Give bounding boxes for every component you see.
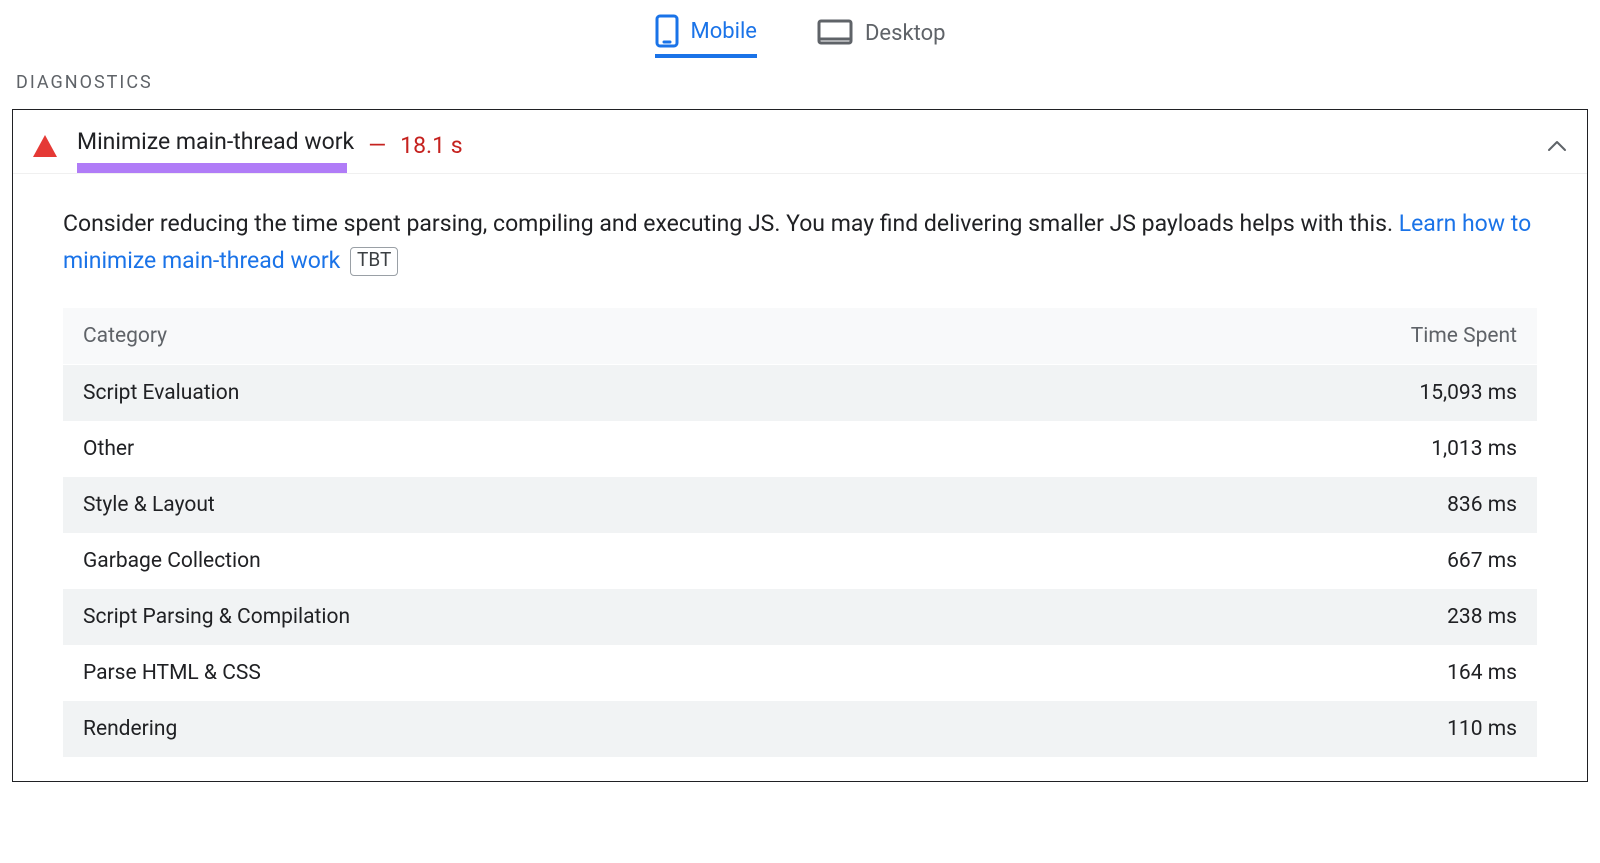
audit-dash: — — [368, 132, 386, 159]
audit-body: Consider reducing the time spent parsing… — [13, 174, 1587, 781]
audit-description: Consider reducing the time spent parsing… — [63, 206, 1537, 280]
table-row: Parse HTML & CSS 164 ms — [63, 645, 1537, 701]
cell-category: Parse HTML & CSS — [63, 645, 1061, 701]
table-row: Style & Layout 836 ms — [63, 477, 1537, 533]
diagnostics-heading: DIAGNOSTICS — [16, 72, 1588, 93]
cell-time: 238 ms — [1061, 589, 1537, 645]
fail-triangle-icon — [33, 135, 57, 157]
tab-mobile-label: Mobile — [691, 19, 757, 44]
desktop-icon — [817, 19, 853, 47]
device-tabs: Mobile Desktop — [12, 0, 1588, 72]
chevron-up-icon — [1547, 140, 1567, 152]
table-header-row: Category Time Spent — [63, 308, 1537, 365]
cell-time: 15,093 ms — [1061, 364, 1537, 421]
cell-category: Rendering — [63, 701, 1061, 757]
tab-mobile[interactable]: Mobile — [655, 14, 757, 58]
cell-time: 836 ms — [1061, 477, 1537, 533]
table-row: Script Parsing & Compilation 238 ms — [63, 589, 1537, 645]
breakdown-table: Category Time Spent Script Evaluation 15… — [63, 308, 1537, 757]
cell-time: 1,013 ms — [1061, 421, 1537, 477]
col-time: Time Spent — [1061, 308, 1537, 365]
cell-category: Script Parsing & Compilation — [63, 589, 1061, 645]
table-row: Script Evaluation 15,093 ms — [63, 364, 1537, 421]
cell-category: Script Evaluation — [63, 364, 1061, 421]
cell-category: Garbage Collection — [63, 533, 1061, 589]
mobile-icon — [655, 14, 679, 48]
cell-time: 110 ms — [1061, 701, 1537, 757]
cell-category: Other — [63, 421, 1061, 477]
col-category: Category — [63, 308, 1061, 365]
cell-time: 164 ms — [1061, 645, 1537, 701]
audit-title: Minimize main-thread work — [77, 128, 354, 163]
table-row: Other 1,013 ms — [63, 421, 1537, 477]
tab-desktop-label: Desktop — [865, 21, 946, 46]
highlight-underline — [77, 163, 347, 173]
cell-category: Style & Layout — [63, 477, 1061, 533]
audit-title-text: Minimize main-thread work — [77, 128, 354, 155]
table-row: Garbage Collection 667 ms — [63, 533, 1537, 589]
tbt-badge: TBT — [350, 247, 398, 276]
audit-panel: Minimize main-thread work — 18.1 s Consi… — [12, 109, 1588, 782]
audit-header[interactable]: Minimize main-thread work — 18.1 s — [13, 110, 1587, 174]
table-row: Rendering 110 ms — [63, 701, 1537, 757]
cell-time: 667 ms — [1061, 533, 1537, 589]
audit-description-text: Consider reducing the time spent parsing… — [63, 210, 1399, 237]
tab-desktop[interactable]: Desktop — [817, 19, 946, 53]
audit-value: 18.1 s — [400, 132, 462, 159]
